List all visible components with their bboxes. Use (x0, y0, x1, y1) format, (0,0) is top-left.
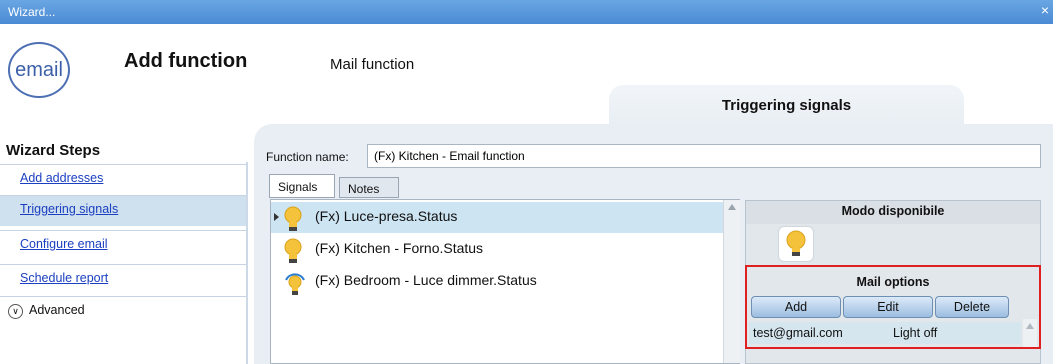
dimmer-bulb-icon (285, 273, 305, 295)
signal-label: (Fx) Bedroom - Luce dimmer.Status (315, 272, 537, 288)
add-button[interactable]: Add (751, 296, 841, 318)
scroll-up-icon[interactable] (1026, 323, 1034, 329)
tab-signals[interactable]: Signals (269, 174, 335, 198)
mail-options-box: Mail options Add Edit Delete test@gmail.… (745, 265, 1041, 349)
list-item[interactable]: (Fx) Kitchen - Forno.Status (271, 234, 723, 265)
bulb-icon (284, 238, 302, 263)
wizard-step-triggering-signals[interactable]: Triggering signals (0, 195, 248, 226)
wizard-step-label[interactable]: Add addresses (20, 171, 103, 185)
function-name-input[interactable] (367, 144, 1041, 168)
mode-bulb-button[interactable] (778, 226, 814, 262)
tab-notes[interactable]: Notes (339, 177, 399, 198)
window-titlebar: Wizard... × (0, 0, 1053, 24)
wizard-step-label[interactable]: Triggering signals (20, 202, 118, 216)
scrollbar[interactable] (1023, 319, 1037, 347)
divider (246, 162, 248, 364)
delete-button[interactable]: Delete (935, 296, 1009, 318)
scroll-up-icon[interactable] (728, 204, 736, 210)
wizard-step-label[interactable]: Configure email (20, 237, 108, 251)
page-subtitle: Mail function (330, 56, 415, 73)
bulb-icon (284, 206, 302, 231)
advanced-toggle[interactable]: ∨ Advanced (0, 296, 248, 327)
list-item[interactable]: (Fx) Bedroom - Luce dimmer.Status (271, 266, 723, 297)
close-icon[interactable]: × (1041, 2, 1049, 18)
mail-options-title: Mail options (856, 275, 930, 289)
chevron-down-icon: ∨ (8, 304, 23, 319)
page-title: Add function (124, 50, 248, 72)
wizard-step-schedule-report[interactable]: Schedule report (0, 264, 248, 295)
function-name-label: Function name: (266, 150, 349, 164)
edit-button[interactable]: Edit (843, 296, 933, 318)
window-title: Wizard... (8, 5, 56, 19)
modo-title: Modo disponibile (746, 201, 1040, 224)
wizard-step-add-addresses[interactable]: Add addresses (0, 164, 248, 195)
list-item[interactable]: (Fx) Luce-presa.Status (271, 202, 723, 233)
wizard-step-configure-email[interactable]: Configure email (0, 230, 248, 261)
scrollbar[interactable] (723, 200, 740, 363)
advanced-label: Advanced (29, 303, 85, 317)
mail-state: Light off (893, 326, 938, 340)
mail-address: test@gmail.com (753, 326, 843, 340)
wizard-step-label[interactable]: Schedule report (20, 271, 108, 285)
email-logo: email (8, 42, 70, 98)
mail-option-row[interactable]: test@gmail.com Light off (749, 322, 1021, 344)
wizard-steps-title: Wizard Steps (6, 142, 101, 159)
signals-list[interactable]: (Fx) Luce-presa.Status (Fx) Kitchen - Fo… (270, 199, 740, 364)
current-row-marker-icon (274, 213, 279, 221)
bulb-icon (786, 230, 806, 256)
signal-label: (Fx) Luce-presa.Status (315, 208, 458, 224)
signal-label: (Fx) Kitchen - Forno.Status (315, 240, 484, 256)
ribbon-tab-label: Triggering signals (721, 97, 852, 114)
